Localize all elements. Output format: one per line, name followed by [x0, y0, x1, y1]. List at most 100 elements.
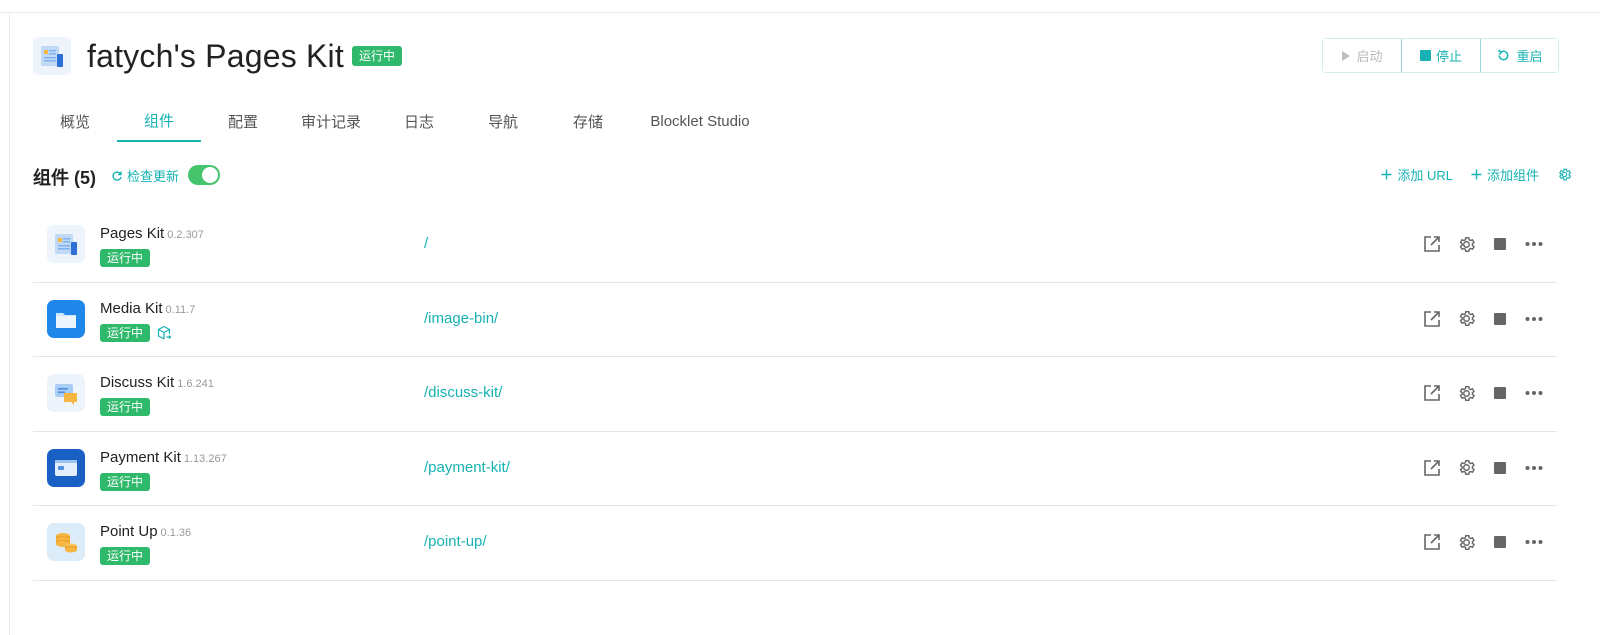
component-version: 0.2.307: [167, 229, 204, 241]
external-link-icon: [1424, 385, 1440, 401]
more-button[interactable]: [1517, 531, 1551, 553]
component-mount-path[interactable]: /: [424, 235, 428, 252]
component-title: Pages Kit: [100, 225, 165, 242]
stop-component-button[interactable]: [1483, 382, 1517, 404]
tab-storage[interactable]: 存储: [545, 100, 631, 142]
tab-logs[interactable]: 日志: [377, 100, 461, 142]
more-icon: [1525, 316, 1543, 321]
component-name: Pages Kit 0.2.307: [100, 225, 204, 242]
discuss-kit-icon: [47, 374, 85, 412]
component-status: 运行中: [100, 398, 151, 416]
start-label: 启动: [1356, 49, 1383, 64]
config-button[interactable]: [1449, 308, 1483, 330]
gear-icon: [1459, 534, 1475, 550]
stop-icon: [1494, 461, 1506, 474]
component-mount-path[interactable]: /payment-kit/: [424, 459, 510, 476]
tab-overview[interactable]: 概览: [33, 100, 117, 142]
config-button[interactable]: [1449, 233, 1483, 255]
more-button[interactable]: [1517, 233, 1551, 255]
stop-icon: [1494, 238, 1506, 250]
tab-audit-log[interactable]: 审计记录: [285, 100, 377, 142]
tab-navigation[interactable]: 导航: [461, 100, 545, 142]
component-row: Discuss Kit 1.6.241 运行中 /discuss-kit/: [33, 357, 1557, 432]
stop-icon: [1494, 312, 1506, 325]
row-actions: [1415, 233, 1551, 255]
row-actions: [1415, 382, 1551, 404]
component-title: Discuss Kit: [100, 374, 175, 391]
media-kit-icon: [47, 299, 85, 338]
stop-icon: [1419, 50, 1431, 61]
add-component-button[interactable]: 添加组件: [1471, 165, 1539, 184]
config-button[interactable]: [1449, 457, 1483, 479]
status-badge: 运行中: [100, 398, 151, 416]
component-status: 运行中: [100, 472, 151, 491]
more-button[interactable]: [1517, 457, 1551, 479]
open-link-button[interactable]: [1415, 382, 1449, 404]
section-actions: 添加 URL 添加组件: [1381, 165, 1572, 184]
tab-config[interactable]: 配置: [201, 100, 285, 142]
component-status: 运行中: [100, 323, 172, 342]
tab-blocklet-studio[interactable]: Blocklet Studio: [631, 100, 769, 142]
pages-kit-icon: [47, 225, 85, 263]
pages-kit-app-icon: [33, 37, 71, 75]
component-mount-path[interactable]: /point-up/: [424, 533, 487, 550]
restart-label: 重启: [1516, 49, 1543, 64]
top-divider: [0, 12, 1600, 13]
external-link-icon: [1424, 236, 1440, 252]
more-icon: [1525, 540, 1543, 544]
component-mount-path[interactable]: /image-bin/: [424, 310, 498, 327]
stop-icon: [1494, 536, 1506, 548]
component-mount-path[interactable]: /discuss-kit/: [424, 384, 502, 401]
more-button[interactable]: [1517, 382, 1551, 404]
app-status-badge: 运行中: [351, 46, 402, 66]
config-button[interactable]: [1449, 531, 1483, 553]
add-url-button[interactable]: 添加 URL: [1381, 165, 1453, 184]
start-button[interactable]: 启动: [1323, 39, 1401, 72]
tab-bar: 概览 组件 配置 审计记录 日志 导航 存储 Blocklet Studio: [33, 100, 769, 142]
component-status: 运行中: [100, 249, 151, 267]
package-update-icon[interactable]: [156, 325, 172, 341]
component-row: Pages Kit 0.2.307 运行中 /: [33, 208, 1557, 283]
config-button[interactable]: [1449, 382, 1483, 404]
settings-button[interactable]: [1557, 167, 1572, 182]
component-title: Point Up: [100, 523, 158, 540]
gear-icon: [1559, 168, 1572, 181]
point-up-icon: [47, 523, 85, 561]
component-title: Payment Kit: [100, 448, 181, 466]
gear-icon: [1459, 236, 1475, 252]
stop-component-button[interactable]: [1483, 531, 1517, 553]
open-link-button[interactable]: [1415, 457, 1449, 479]
add-component-label: 添加组件: [1486, 168, 1539, 183]
row-actions: [1415, 457, 1551, 479]
open-link-button[interactable]: [1415, 308, 1449, 330]
tab-components[interactable]: 组件: [117, 100, 201, 142]
component-name: Media Kit 0.11.7: [100, 300, 195, 317]
status-badge: 运行中: [100, 472, 151, 491]
component-row: Payment Kit 1.13.267 运行中 /payment-kit/: [33, 432, 1557, 506]
restart-button[interactable]: 重启: [1480, 39, 1558, 72]
stop-button[interactable]: 停止: [1401, 39, 1480, 72]
gear-icon: [1459, 459, 1475, 476]
open-link-button[interactable]: [1415, 531, 1449, 553]
plus-icon: [1471, 169, 1482, 180]
component-version: 1.13.267: [183, 452, 227, 465]
external-link-icon: [1424, 459, 1440, 476]
component-version: 0.1.36: [160, 527, 192, 539]
component-name: Discuss Kit 1.6.241: [100, 374, 214, 391]
stop-component-button[interactable]: [1483, 457, 1517, 479]
more-button[interactable]: [1517, 308, 1551, 330]
auto-update-toggle[interactable]: [188, 165, 220, 185]
stop-component-button[interactable]: [1483, 233, 1517, 255]
component-row: Point Up 0.1.36 运行中 /point-up/: [33, 506, 1557, 581]
more-icon: [1525, 391, 1543, 395]
app-title: fatych's Pages Kit: [87, 37, 344, 74]
status-badge: 运行中: [100, 249, 151, 267]
open-link-button[interactable]: [1415, 233, 1449, 255]
check-update-link[interactable]: 检查更新: [111, 166, 179, 185]
status-badge: 运行中: [100, 323, 151, 342]
blocklet-actions: 启动 停止 重启: [1322, 38, 1559, 73]
gear-icon: [1459, 385, 1475, 401]
status-badge: 运行中: [100, 547, 151, 565]
component-list: Pages Kit 0.2.307 运行中 / Media Kit 0.11.7 运…: [33, 208, 1557, 581]
stop-component-button[interactable]: [1483, 308, 1517, 330]
